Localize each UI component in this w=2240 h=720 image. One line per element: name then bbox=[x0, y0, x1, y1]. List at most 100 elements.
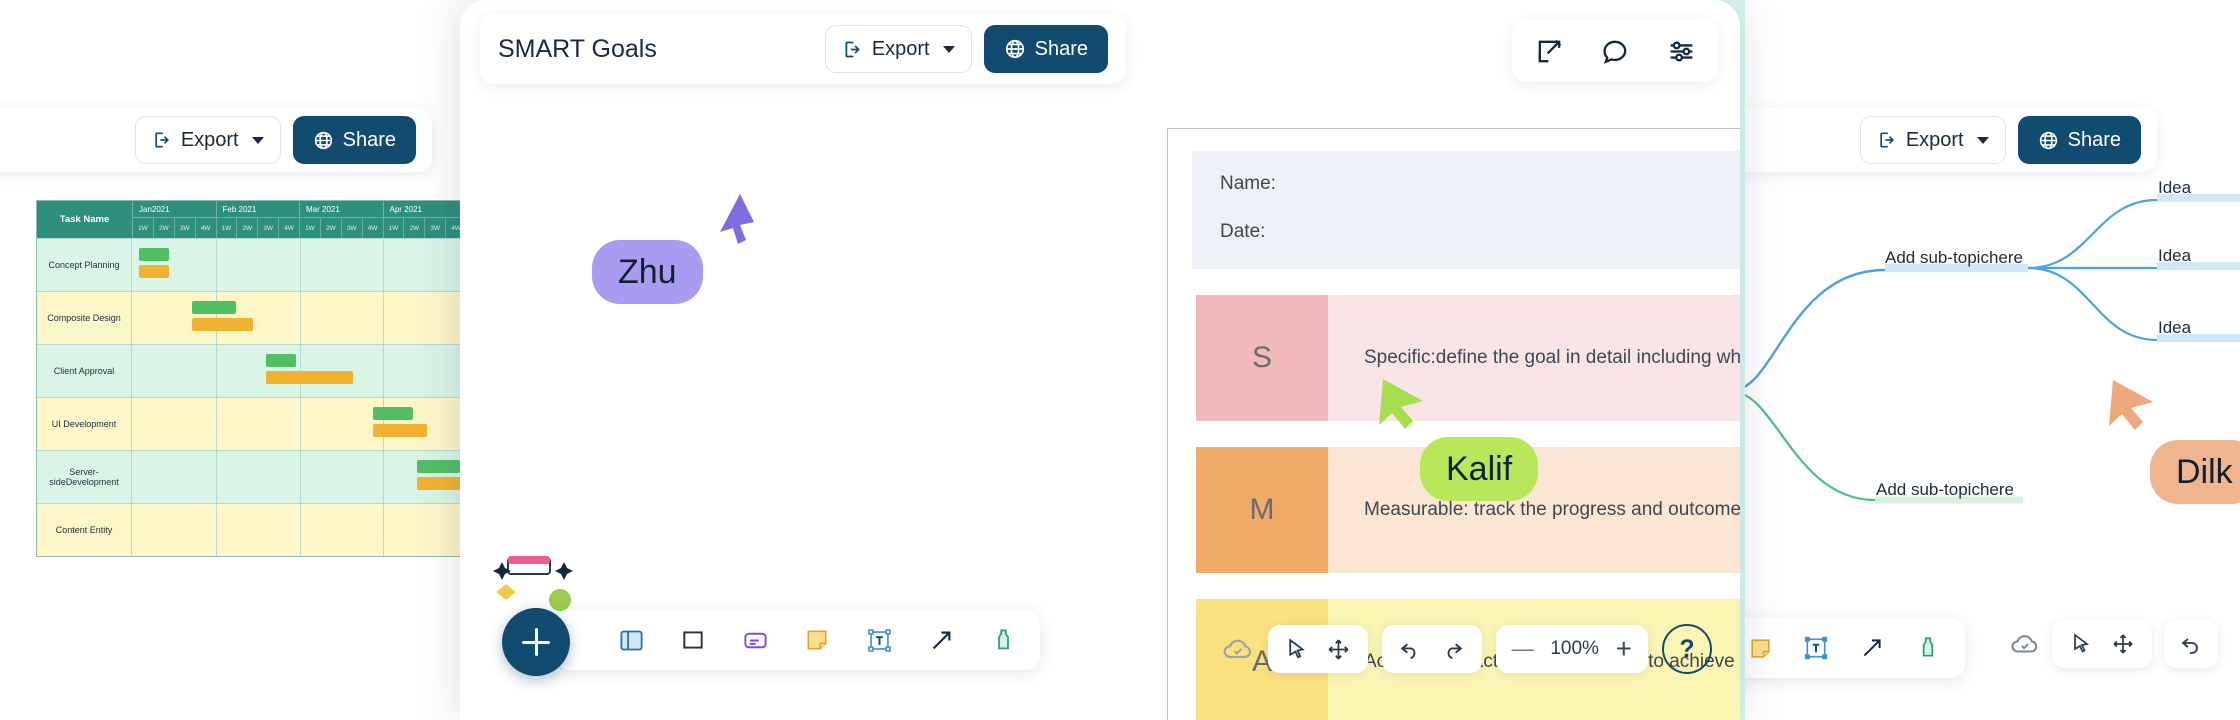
move-pan-icon[interactable] bbox=[1322, 632, 1356, 666]
gantt-gridline bbox=[299, 398, 301, 450]
sticky-note-icon[interactable] bbox=[800, 623, 834, 657]
gantt-task-name: Concept Planning bbox=[37, 239, 132, 291]
gantt-track bbox=[132, 345, 467, 397]
add-button[interactable] bbox=[502, 608, 570, 676]
mindmap-idea-1[interactable]: Idea bbox=[2158, 178, 2191, 198]
gantt-gridline bbox=[215, 239, 217, 291]
doc-date-label[interactable]: Date: bbox=[1220, 221, 1740, 243]
cursor-zhu: Zhu bbox=[592, 194, 754, 304]
cursor-arrow-zhu bbox=[720, 194, 754, 244]
mindmap-connectors bbox=[1745, 194, 2240, 504]
gantt-task-name: Content Entity bbox=[37, 504, 132, 556]
zoom-in-button[interactable]: + bbox=[1616, 635, 1632, 663]
doc-name-label[interactable]: Name: bbox=[1220, 173, 1740, 195]
gantt-week: 2W bbox=[237, 218, 259, 238]
left-share-button[interactable]: Share bbox=[292, 116, 416, 164]
gantt-bar-actual[interactable] bbox=[373, 424, 427, 437]
gantt-gridline bbox=[215, 398, 217, 450]
gantt-task-name: UI Development bbox=[37, 398, 132, 450]
chevron-down-icon bbox=[251, 136, 264, 144]
right-undo-redo-group bbox=[2164, 620, 2218, 668]
page-title: SMART Goals bbox=[498, 34, 657, 63]
left-export-button[interactable]: Export bbox=[134, 116, 281, 164]
arrow-icon[interactable] bbox=[1855, 631, 1889, 665]
mindmap-idea-3[interactable]: Idea bbox=[2158, 318, 2191, 338]
highlighter-icon[interactable] bbox=[1911, 631, 1945, 665]
gantt-week: 2W bbox=[404, 218, 426, 238]
left-export-label: Export bbox=[180, 128, 239, 151]
edit-icon[interactable] bbox=[1532, 34, 1566, 68]
card-icon[interactable] bbox=[738, 623, 772, 657]
mindmap-idea-2[interactable]: Idea bbox=[2158, 246, 2191, 266]
export-label: Export bbox=[871, 37, 930, 60]
redo-icon[interactable] bbox=[1436, 632, 1470, 666]
gantt-week: 4W bbox=[363, 218, 384, 238]
gantt-track bbox=[132, 398, 467, 450]
zoom-out-button[interactable]: — bbox=[1512, 636, 1534, 662]
gantt-week: 2W bbox=[321, 218, 342, 238]
gantt-month: Mar 2021 bbox=[300, 201, 384, 218]
gantt-week: 4W bbox=[196, 218, 217, 238]
cursor-label-zhu: Zhu bbox=[592, 240, 703, 304]
mindmap-subtopic-1[interactable]: Add sub-topichere bbox=[1885, 248, 2023, 268]
undo-redo-group bbox=[1381, 625, 1482, 673]
rectangle-icon[interactable] bbox=[676, 623, 710, 657]
gantt-row: Content Entity bbox=[37, 503, 467, 556]
gantt-body: Concept Planning Composite Design Client A… bbox=[37, 238, 467, 556]
gantt-task-name: Server-sideDevelopment bbox=[37, 451, 132, 503]
gantt-bar-actual[interactable] bbox=[266, 371, 354, 384]
cursor-arrow-dilk bbox=[2109, 380, 2153, 430]
gantt-gridline bbox=[215, 504, 217, 556]
gantt-row: Server-sideDevelopment bbox=[37, 450, 467, 503]
highlighter-icon[interactable] bbox=[986, 623, 1020, 657]
gantt-gridline bbox=[299, 292, 301, 344]
right-board-toolbar bbox=[1745, 618, 1965, 678]
gantt-bar-planned[interactable] bbox=[373, 407, 414, 420]
gantt-gridline bbox=[383, 451, 385, 503]
undo-icon[interactable] bbox=[2174, 627, 2208, 661]
arrow-icon[interactable] bbox=[924, 623, 958, 657]
gantt-bar-actual[interactable] bbox=[138, 265, 169, 278]
share-button[interactable]: Share bbox=[983, 25, 1108, 73]
zoom-control: — 100% + bbox=[1495, 625, 1648, 673]
text-icon[interactable] bbox=[862, 623, 896, 657]
settings-sliders-icon[interactable] bbox=[1664, 34, 1698, 68]
gantt-bar-planned[interactable] bbox=[192, 301, 236, 314]
sticky-note-icon[interactable] bbox=[1745, 631, 1777, 665]
gantt-gridline bbox=[299, 239, 301, 291]
gantt-week: 4W bbox=[279, 218, 300, 238]
gantt-gridline bbox=[383, 292, 385, 344]
text-icon[interactable] bbox=[1799, 631, 1833, 665]
zoom-level-label: 100% bbox=[1550, 638, 1599, 659]
undo-icon[interactable] bbox=[1394, 632, 1428, 666]
gantt-bar-actual[interactable] bbox=[192, 318, 253, 331]
gantt-bar-planned[interactable] bbox=[266, 354, 297, 367]
cursor-kalif: Kalif bbox=[1379, 379, 1539, 501]
frame-icon[interactable] bbox=[614, 623, 648, 657]
help-button[interactable]: ? bbox=[1662, 624, 1712, 674]
gantt-bar-planned[interactable] bbox=[416, 460, 461, 473]
gantt-week: 3W bbox=[425, 218, 447, 238]
center-board-toolbar bbox=[556, 610, 1040, 670]
smart-row-letter: M bbox=[1196, 447, 1328, 573]
gantt-header: Task Name Jan2021 Feb 2021 Mar 2021 Apr … bbox=[37, 201, 467, 238]
gantt-col-task-name: Task Name bbox=[37, 201, 133, 238]
move-pan-icon[interactable] bbox=[2106, 627, 2140, 661]
comment-icon[interactable] bbox=[1598, 34, 1632, 68]
gantt-week: 1W bbox=[217, 218, 238, 238]
right-board-panel: Export Share Add sub-topichere Add sub-t… bbox=[1745, 0, 2240, 720]
gantt-bar-planned[interactable] bbox=[138, 248, 169, 261]
gantt-week: 1W bbox=[300, 218, 321, 238]
cursor-select-icon[interactable] bbox=[2064, 627, 2098, 661]
gantt-gridline bbox=[383, 239, 385, 291]
gantt-task-name: Composite Design bbox=[37, 292, 132, 344]
right-board-footer bbox=[2010, 620, 2218, 668]
export-button[interactable]: Export bbox=[824, 25, 972, 73]
gantt-row: Concept Planning bbox=[37, 238, 467, 291]
gantt-track bbox=[132, 292, 467, 344]
gantt-track bbox=[132, 504, 467, 556]
center-board-panel: SMART Goals Export Share Name: Date: S S… bbox=[460, 0, 1740, 720]
mindmap-subtopic-2[interactable]: Add sub-topichere bbox=[1876, 480, 2014, 500]
cursor-select-icon[interactable] bbox=[1280, 632, 1314, 666]
gantt-row: Composite Design bbox=[37, 291, 467, 344]
